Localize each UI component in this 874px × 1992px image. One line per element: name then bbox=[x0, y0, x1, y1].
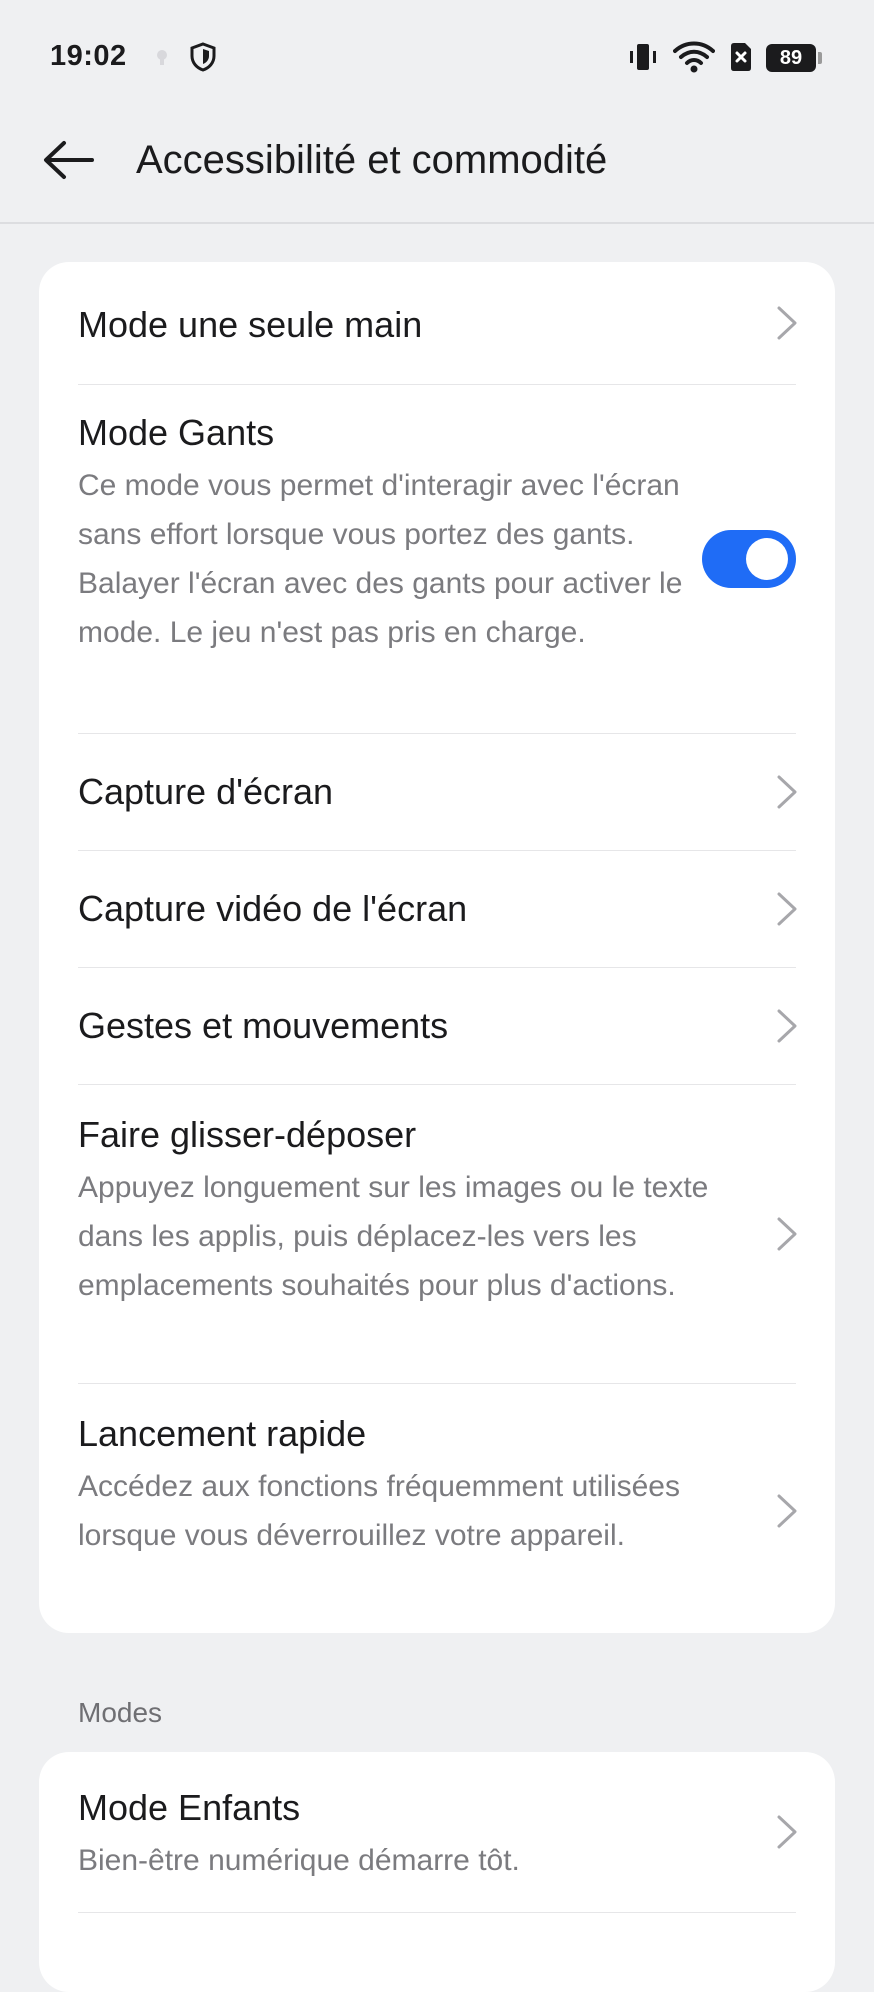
battery-indicator: 89 bbox=[766, 44, 816, 72]
chevron-right-icon bbox=[777, 1217, 797, 1251]
header-divider bbox=[0, 222, 874, 224]
item-title: Faire glisser-déposer bbox=[78, 1114, 417, 1155]
item-description: Appuyez longuement sur les images ou le … bbox=[78, 1171, 709, 1302]
notification-dot-icon bbox=[150, 40, 174, 74]
chevron-right-icon bbox=[777, 306, 797, 340]
gloves-mode-toggle[interactable] bbox=[702, 530, 796, 588]
gloves-mode-item[interactable]: Mode Gants Ce mode vous permet d'interag… bbox=[78, 385, 796, 734]
shield-icon bbox=[186, 40, 220, 74]
modes-card: Mode Enfants Bien-être numérique démarre… bbox=[39, 1752, 835, 1992]
one-hand-mode-item[interactable]: Mode une seule main bbox=[78, 262, 797, 385]
item-title: Mode Gants bbox=[78, 412, 275, 453]
item-title: Mode une seule main bbox=[78, 304, 423, 345]
section-header-modes: Modes bbox=[78, 1697, 163, 1728]
app-header: Accessibilité et commodité bbox=[0, 112, 874, 222]
item-title: Capture vidéo de l'écran bbox=[78, 888, 468, 929]
page-title: Accessibilité et commodité bbox=[136, 138, 608, 182]
chevron-right-icon bbox=[777, 775, 797, 809]
item-description: Accédez aux fonctions fréquemment utilis… bbox=[78, 1470, 680, 1552]
settings-card: Mode une seule main Mode Gants Ce mode v… bbox=[39, 262, 835, 1633]
chevron-right-icon bbox=[777, 1009, 797, 1043]
battery-tip bbox=[818, 52, 822, 64]
chevron-right-icon bbox=[777, 1815, 797, 1849]
toggle-knob bbox=[746, 538, 788, 580]
screenshot-item[interactable]: Capture d'écran bbox=[78, 734, 797, 851]
item-description: Bien-être numérique démarre tôt. bbox=[78, 1844, 520, 1877]
item-title: Mode Enfants bbox=[78, 1787, 301, 1828]
kids-mode-item[interactable]: Mode Enfants Bien-être numérique démarre… bbox=[78, 1752, 797, 1913]
arrow-left-icon bbox=[44, 141, 94, 179]
back-button[interactable] bbox=[40, 132, 96, 188]
item-title: Gestes et mouvements bbox=[78, 1005, 449, 1046]
vibrate-icon bbox=[626, 40, 660, 74]
chevron-right-icon bbox=[777, 892, 797, 926]
wifi-icon bbox=[672, 40, 716, 74]
screen-recording-item[interactable]: Capture vidéo de l'écran bbox=[78, 851, 797, 968]
status-bar: 19:02 89 bbox=[0, 0, 874, 112]
item-title: Lancement rapide bbox=[78, 1413, 367, 1454]
item-title: Capture d'écran bbox=[78, 771, 334, 812]
quick-launch-item[interactable]: Lancement rapide Accédez aux fonctions f… bbox=[78, 1384, 797, 1633]
sim-x-icon bbox=[726, 40, 756, 74]
drag-drop-item[interactable]: Faire glisser-déposer Appuyez longuement… bbox=[78, 1085, 797, 1384]
item-description: Ce mode vous permet d'interagir avec l'é… bbox=[78, 469, 683, 649]
status-time: 19:02 bbox=[50, 40, 127, 72]
chevron-right-icon bbox=[777, 1494, 797, 1528]
gestures-item[interactable]: Gestes et mouvements bbox=[78, 968, 797, 1085]
